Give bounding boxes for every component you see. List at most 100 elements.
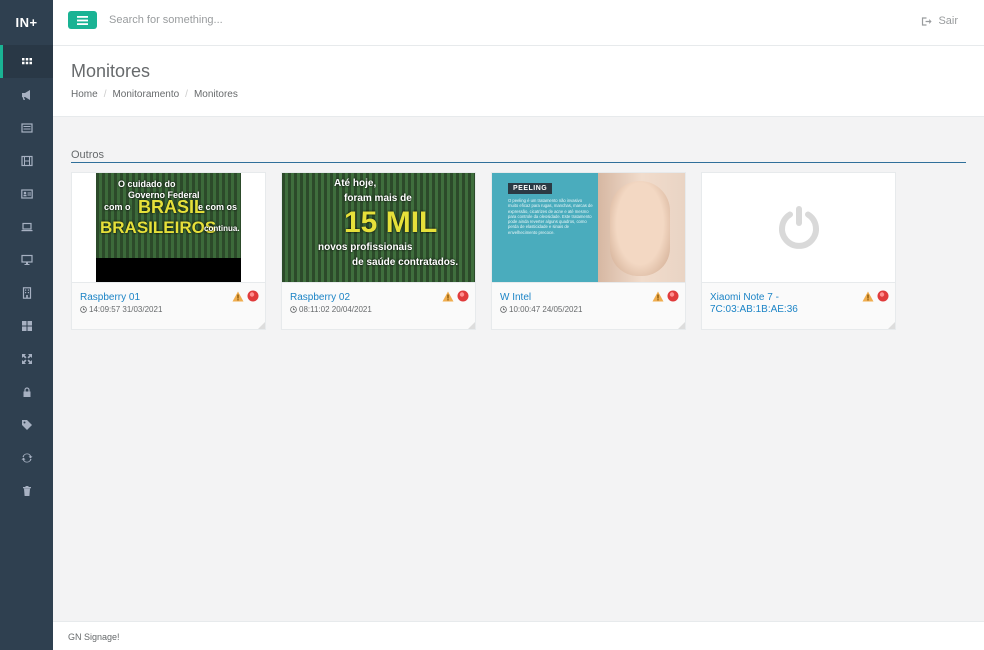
- monitor-thumbnail[interactable]: PEELING O peeling é um tratamento não in…: [492, 173, 685, 282]
- monitor-time: 10:00:47 24/05/2021: [509, 305, 583, 314]
- main-content: Outros O cuidado do Governo Federal com …: [53, 117, 984, 621]
- list-icon: [20, 122, 33, 133]
- clock-icon: [500, 306, 507, 313]
- footer-text: GN Signage!: [68, 632, 120, 642]
- hamburger-icon: [77, 15, 88, 25]
- monitor-info: Xiaomi Note 7 - 7C:03:AB:1B:AE:36: [702, 282, 895, 329]
- building-icon: [22, 286, 31, 299]
- monitor-name[interactable]: W Intel: [500, 292, 650, 304]
- sidebar-item-fullscreen[interactable]: [0, 342, 53, 375]
- sidebar-item-layouts[interactable]: [0, 309, 53, 342]
- monitor-card[interactable]: Xiaomi Note 7 - 7C:03:AB:1B:AE:36: [701, 172, 896, 330]
- id-card-icon: [20, 188, 33, 199]
- offline-status-icon: [247, 290, 259, 302]
- expand-icon: [21, 353, 32, 364]
- breadcrumb: Home / Monitoramento / Monitores: [71, 89, 238, 100]
- thumb-text: e com os: [198, 202, 238, 212]
- sidebar-item-dashboard[interactable]: [0, 45, 53, 78]
- warning-icon: [442, 291, 454, 301]
- offline-status-icon: [667, 290, 679, 302]
- page-heading: Monitores Home / Monitoramento / Monitor…: [53, 46, 984, 117]
- monitor-thumbnail[interactable]: O cuidado do Governo Federal com o BRASI…: [72, 173, 265, 282]
- status-badges: [652, 290, 679, 302]
- th-large-icon: [21, 320, 32, 331]
- breadcrumb-monitoramento[interactable]: Monitoramento: [112, 89, 179, 100]
- monitor-name[interactable]: Raspberry 01: [80, 292, 230, 304]
- sidebar-item-devices[interactable]: [0, 210, 53, 243]
- sidebar-item-security[interactable]: [0, 375, 53, 408]
- offline-status-icon: [877, 290, 889, 302]
- monitor-time: 08:11:02 20/04/2021: [299, 305, 372, 314]
- sign-out-icon: [922, 16, 932, 26]
- offline-status-icon: [457, 290, 469, 302]
- grid-icon: [21, 57, 32, 64]
- thumb-text: 15 MIL: [344, 206, 438, 239]
- monitor-last-seen: 10:00:47 24/05/2021: [500, 305, 582, 314]
- menu-toggle-button[interactable]: [68, 11, 97, 29]
- thumbnail-margin: [241, 173, 265, 282]
- film-icon: [20, 155, 33, 166]
- logout-button[interactable]: Sair: [921, 15, 958, 27]
- thumb-text: PEELING: [508, 183, 553, 194]
- card-resize-handle: [468, 322, 475, 329]
- sidebar-item-media[interactable]: [0, 144, 53, 177]
- warning-icon: [232, 291, 244, 301]
- sidebar-item-monitors[interactable]: [0, 243, 53, 276]
- breadcrumb-current: Monitores: [193, 89, 238, 100]
- clock-icon: [290, 306, 297, 313]
- status-badges: [232, 290, 259, 302]
- brand-logo[interactable]: IN+: [0, 0, 53, 45]
- warning-icon: [862, 291, 874, 301]
- monitor-time: 14:09:57 31/03/2021: [89, 305, 163, 314]
- thumb-text: novos profissionais: [318, 242, 413, 253]
- desktop-icon: [20, 254, 33, 265]
- monitor-name[interactable]: Raspberry 02: [290, 292, 440, 304]
- status-badges: [862, 290, 889, 302]
- sidebar-item-buildings[interactable]: [0, 276, 53, 309]
- thumb-text: continua.: [204, 224, 240, 233]
- sidebar-item-sync[interactable]: [0, 441, 53, 474]
- power-icon: [779, 206, 819, 249]
- thumb-text: com o: [104, 202, 131, 212]
- lock-icon: [23, 386, 30, 397]
- monitor-info: Raspberry 02 08:11:02 20/04/2021: [282, 282, 475, 329]
- topbar: Sair: [53, 0, 984, 46]
- card-resize-handle: [258, 322, 265, 329]
- monitor-thumbnail[interactable]: [702, 173, 895, 282]
- logout-label: Sair: [938, 15, 958, 27]
- warning-icon: [652, 291, 664, 301]
- thumb-text: Até hoje,: [334, 178, 377, 189]
- sidebar-item-list[interactable]: [0, 111, 53, 144]
- card-resize-handle: [888, 322, 895, 329]
- monitor-thumbnail[interactable]: Até hoje, foram mais de 15 MIL novos pro…: [282, 173, 475, 282]
- monitor-name[interactable]: Xiaomi Note 7 - 7C:03:AB:1B:AE:36: [710, 292, 860, 316]
- trash-icon: [22, 485, 31, 496]
- search-input[interactable]: [109, 14, 509, 26]
- breadcrumb-home[interactable]: Home: [71, 89, 98, 100]
- laptop-icon: [21, 222, 32, 231]
- monitor-card[interactable]: Até hoje, foram mais de 15 MIL novos pro…: [281, 172, 476, 330]
- tag-icon: [21, 419, 32, 430]
- sidebar-item-campaigns[interactable]: [0, 78, 53, 111]
- thumbnail-face: [610, 181, 670, 276]
- section-title: Outros: [71, 149, 966, 163]
- thumb-text: BRASILEIROS: [100, 218, 217, 237]
- card-resize-handle: [678, 322, 685, 329]
- thumbnail-margin: [72, 173, 96, 282]
- monitor-card[interactable]: O cuidado do Governo Federal com o BRASI…: [71, 172, 266, 330]
- monitor-info: Raspberry 01 14:09:57 31/03/2021: [72, 282, 265, 329]
- thumb-text: O cuidado do: [118, 179, 176, 189]
- page-title: Monitores: [71, 61, 151, 81]
- footer: GN Signage!: [53, 621, 984, 650]
- sidebar-item-tags[interactable]: [0, 408, 53, 441]
- status-badges: [442, 290, 469, 302]
- bullhorn-icon: [21, 89, 30, 100]
- sidebar-item-trash[interactable]: [0, 474, 53, 507]
- breadcrumb-separator: /: [103, 89, 107, 100]
- monitor-card[interactable]: PEELING O peeling é um tratamento não in…: [491, 172, 686, 330]
- monitor-info: W Intel 10:00:47 24/05/2021: [492, 282, 685, 329]
- sidebar-item-contacts[interactable]: [0, 177, 53, 210]
- thumb-text: de saúde contratados.: [352, 257, 459, 268]
- monitor-last-seen: 14:09:57 31/03/2021: [80, 305, 162, 314]
- thumb-text: foram mais de: [344, 193, 412, 204]
